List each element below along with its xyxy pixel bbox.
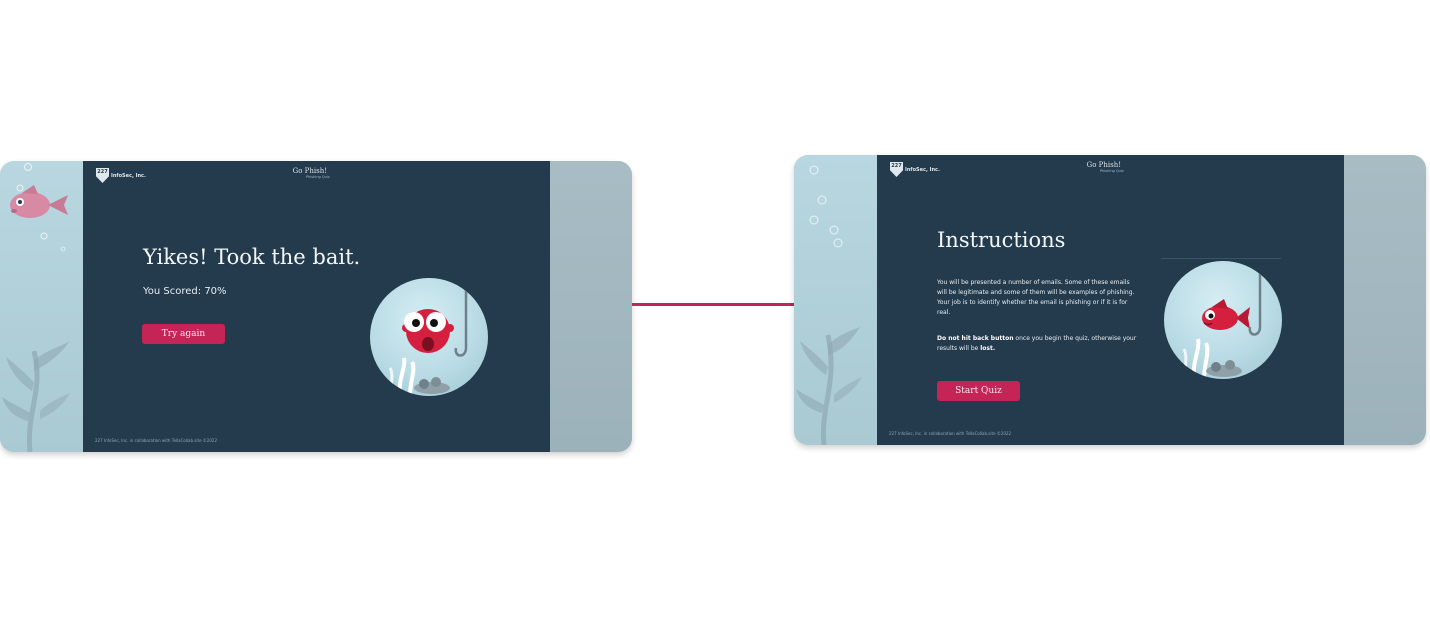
company-logo[interactable]: 227 InfoSec, Inc. xyxy=(890,162,940,177)
shield-logo-icon: 227 xyxy=(96,168,109,183)
start-quiz-button[interactable]: Start Quiz xyxy=(937,381,1020,401)
footer-credit: 227 InfoSec, Inc. in collaboration with … xyxy=(889,431,1011,436)
fishbowl-illustration xyxy=(1164,261,1282,379)
result-screen: 227 InfoSec, Inc. Go Phish! Phishing Qui… xyxy=(0,161,632,452)
brand-title: Go Phish! xyxy=(1086,161,1122,169)
instructions-screen: 227 InfoSec, Inc. Go Phish! Phishing Qui… xyxy=(794,155,1426,445)
brand: Go Phish! Phishing Quiz xyxy=(290,167,330,179)
warning-bold-text: Do not hit back button xyxy=(937,335,1014,342)
instructions-panel: 227 InfoSec, Inc. Go Phish! Phishing Qui… xyxy=(877,155,1345,445)
brand-subtitle: Phishing Quiz xyxy=(1100,169,1124,173)
company-logo[interactable]: 227 InfoSec, Inc. xyxy=(96,168,146,183)
puffer-fish-icon xyxy=(388,286,468,396)
fishing-hook-icon xyxy=(454,286,468,357)
divider xyxy=(1161,258,1281,259)
instructions-paragraph: You will be presented a number of emails… xyxy=(937,279,1135,316)
seaweed-icon xyxy=(2,341,70,452)
brand: Go Phish! Phishing Quiz xyxy=(1084,161,1124,173)
brand-subtitle: Phishing Quiz xyxy=(306,175,330,179)
left-aquarium-side xyxy=(0,161,83,452)
flow-connector xyxy=(632,303,794,306)
warning-paragraph: Do not hit back button once you begin th… xyxy=(937,334,1137,354)
try-again-button[interactable]: Try again xyxy=(142,324,225,344)
shield-number: 227 xyxy=(891,163,902,169)
shield-logo-icon: 227 xyxy=(890,162,903,177)
right-aquarium-side xyxy=(550,161,632,452)
brand-title: Go Phish! xyxy=(292,167,328,175)
result-panel: 227 InfoSec, Inc. Go Phish! Phishing Qui… xyxy=(83,161,551,452)
fishing-hook-icon xyxy=(1248,271,1262,336)
red-fish-icon xyxy=(1182,271,1262,379)
shield-number: 227 xyxy=(97,169,108,175)
score-text: You Scored: 70% xyxy=(143,286,227,297)
company-name: InfoSec, Inc. xyxy=(905,166,940,173)
fishbowl-illustration xyxy=(370,278,488,396)
footer-credit: 227 InfoSec, Inc. in collaboration with … xyxy=(95,438,217,443)
right-aquarium-side xyxy=(1344,155,1426,445)
warning-lost-text: lost. xyxy=(980,345,996,352)
left-aquarium-side xyxy=(794,155,877,445)
company-name: InfoSec, Inc. xyxy=(111,172,146,179)
result-heading: Yikes! Took the bait. xyxy=(143,245,361,269)
instructions-heading: Instructions xyxy=(937,228,1066,252)
seaweed-icon xyxy=(796,327,862,445)
